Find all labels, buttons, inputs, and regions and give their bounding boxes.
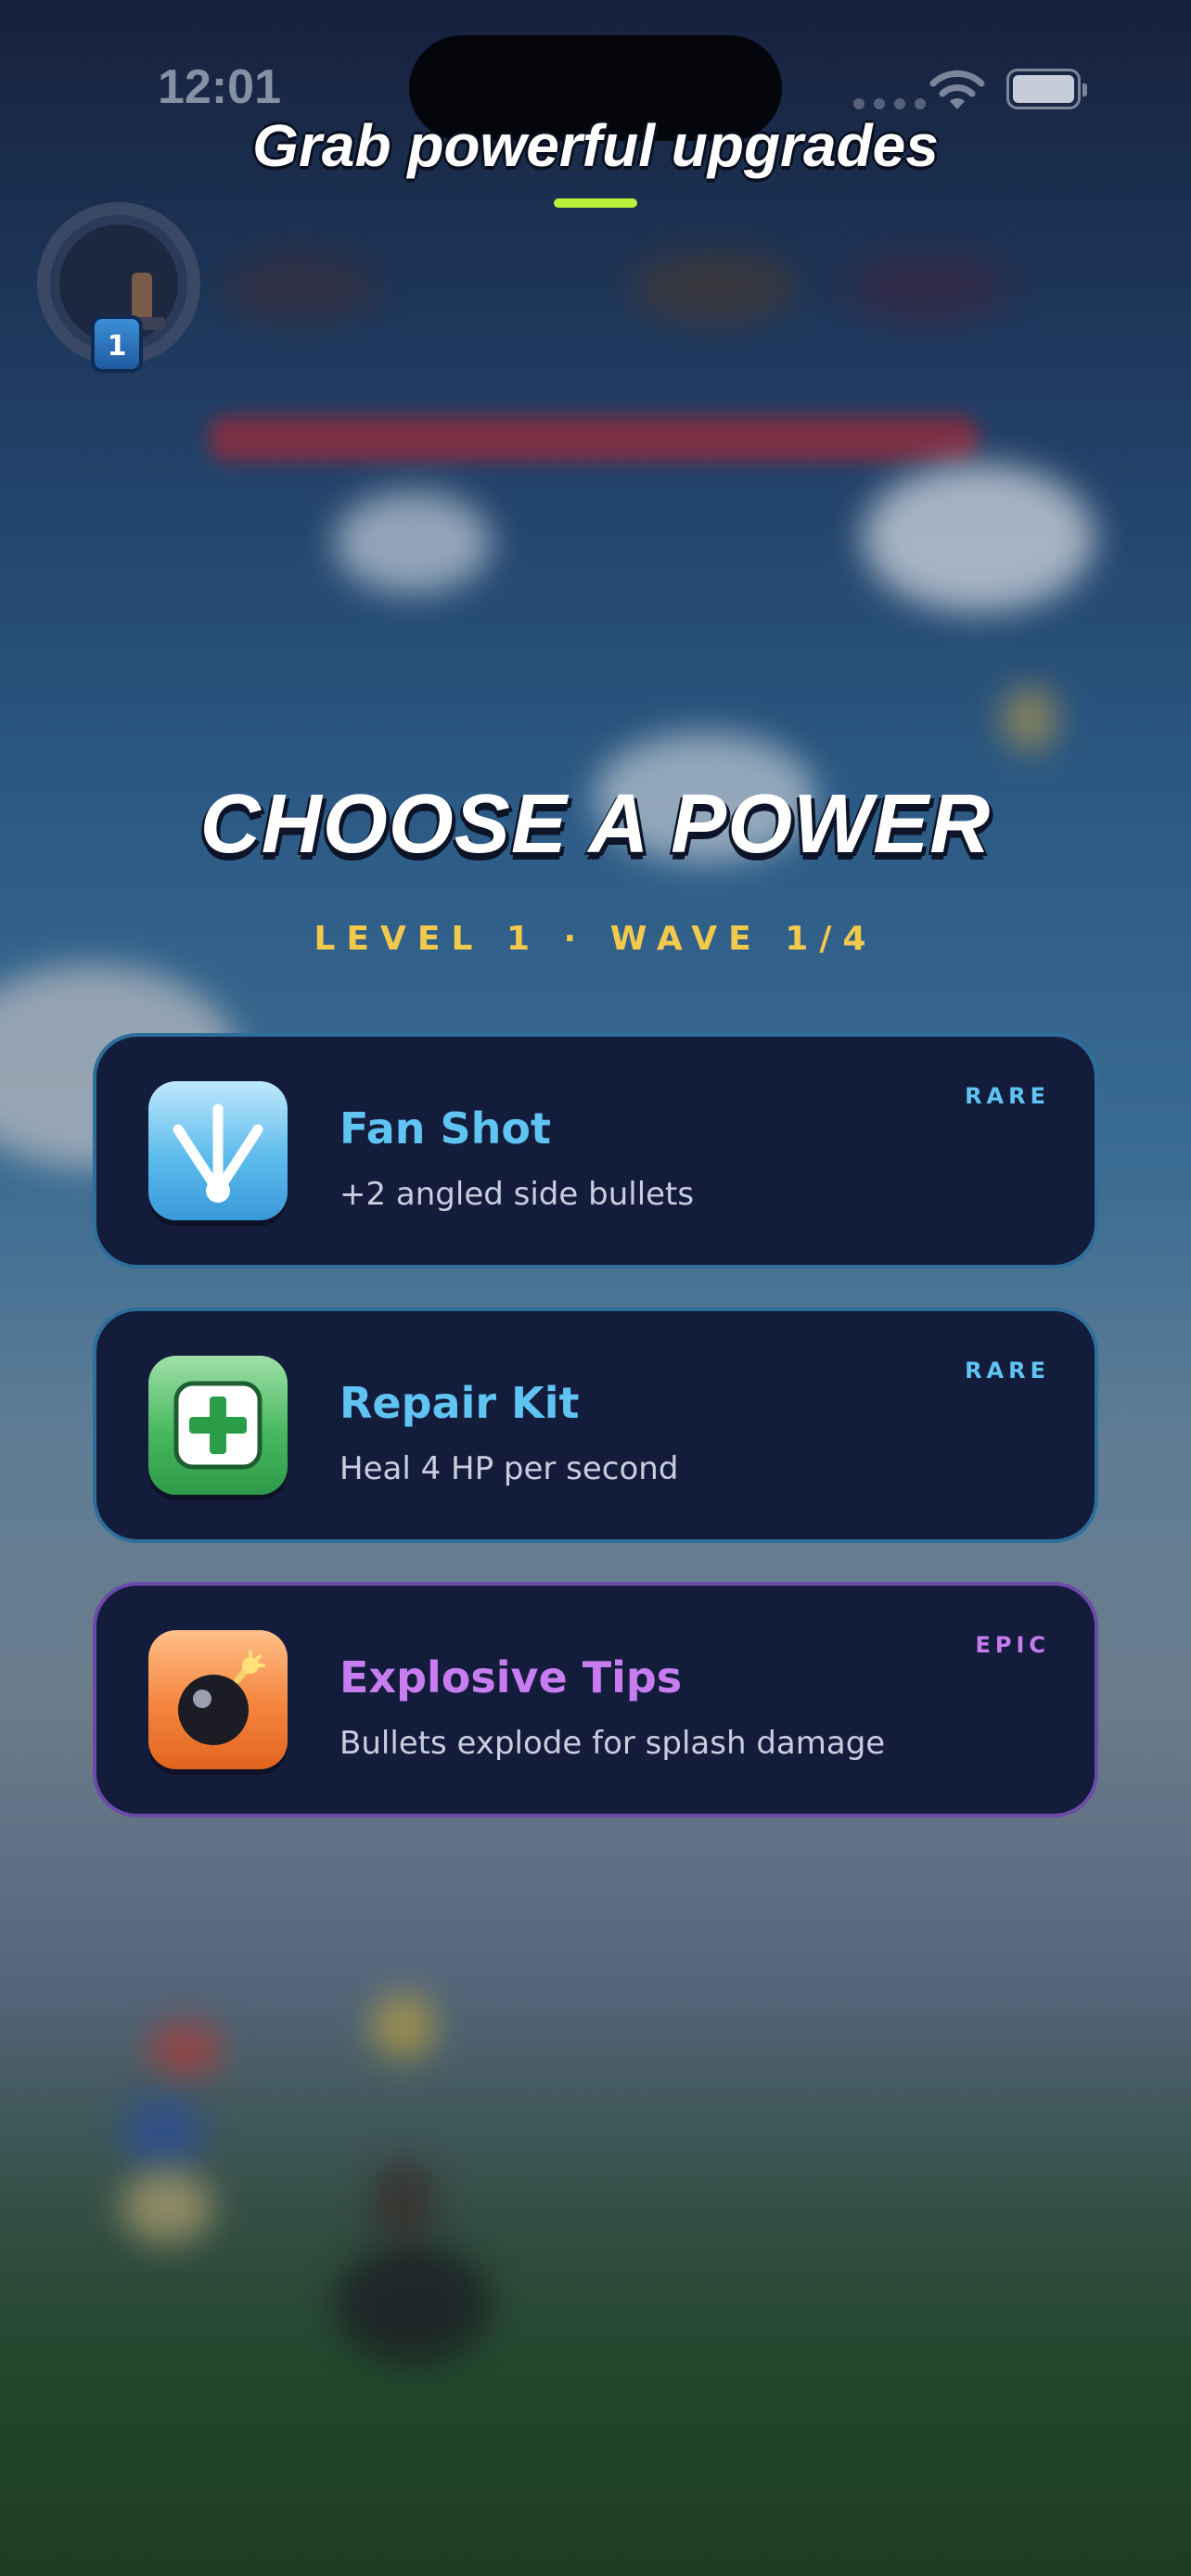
power-description: +2 angled side bullets [339,1176,695,1213]
player-tank-blur [334,2244,492,2365]
repair-kit-icon [148,1356,288,1495]
status-time: 12:01 [158,60,281,114]
coin-blur [1002,686,1057,751]
hud-blur [223,250,380,325]
cloud [863,464,1095,612]
power-description: Bullets explode for splash damage [339,1725,886,1762]
player-level-badge: 1 [91,315,143,373]
level-wave-label: LEVEL 1 · WAVE 1/4 [314,920,877,958]
coin-blur [371,1994,436,2059]
enemy-blur [121,2096,204,2170]
fan-shot-icon [148,1081,288,1220]
game-background [0,0,1191,2576]
battery-icon [1006,69,1087,109]
power-description: Heal 4 HP per second [339,1450,679,1487]
bomb-icon [148,1630,288,1769]
power-card-repair-kit[interactable]: Repair Kit Heal 4 HP per second RARE [93,1307,1098,1543]
enemy-blur [121,2170,213,2244]
power-name: Explosive Tips [339,1652,683,1702]
hud-blur [631,250,798,325]
power-name: Repair Kit [339,1378,580,1428]
health-bar-blur [209,415,979,462]
cellular-signal-icon [853,98,926,109]
power-card-fan-shot[interactable]: Fan Shot +2 angled side bullets RARE [93,1033,1098,1269]
cloud [334,491,492,593]
player-tank-blur [371,2161,436,2244]
rarity-badge: RARE [965,1083,1050,1109]
power-card-explosive-tips[interactable]: Explosive Tips Bullets explode for splas… [93,1582,1098,1817]
rarity-badge: EPIC [975,1632,1050,1658]
wifi-icon [929,70,985,109]
power-name: Fan Shot [339,1103,552,1154]
page-title: CHOOSE A POWER [199,778,992,871]
enemy-blur [148,2021,223,2077]
hud-blur [844,250,1011,325]
rarity-badge: RARE [965,1358,1050,1384]
tutorial-caption: Grab powerful upgrades [252,112,939,179]
caption-underline [554,198,637,208]
